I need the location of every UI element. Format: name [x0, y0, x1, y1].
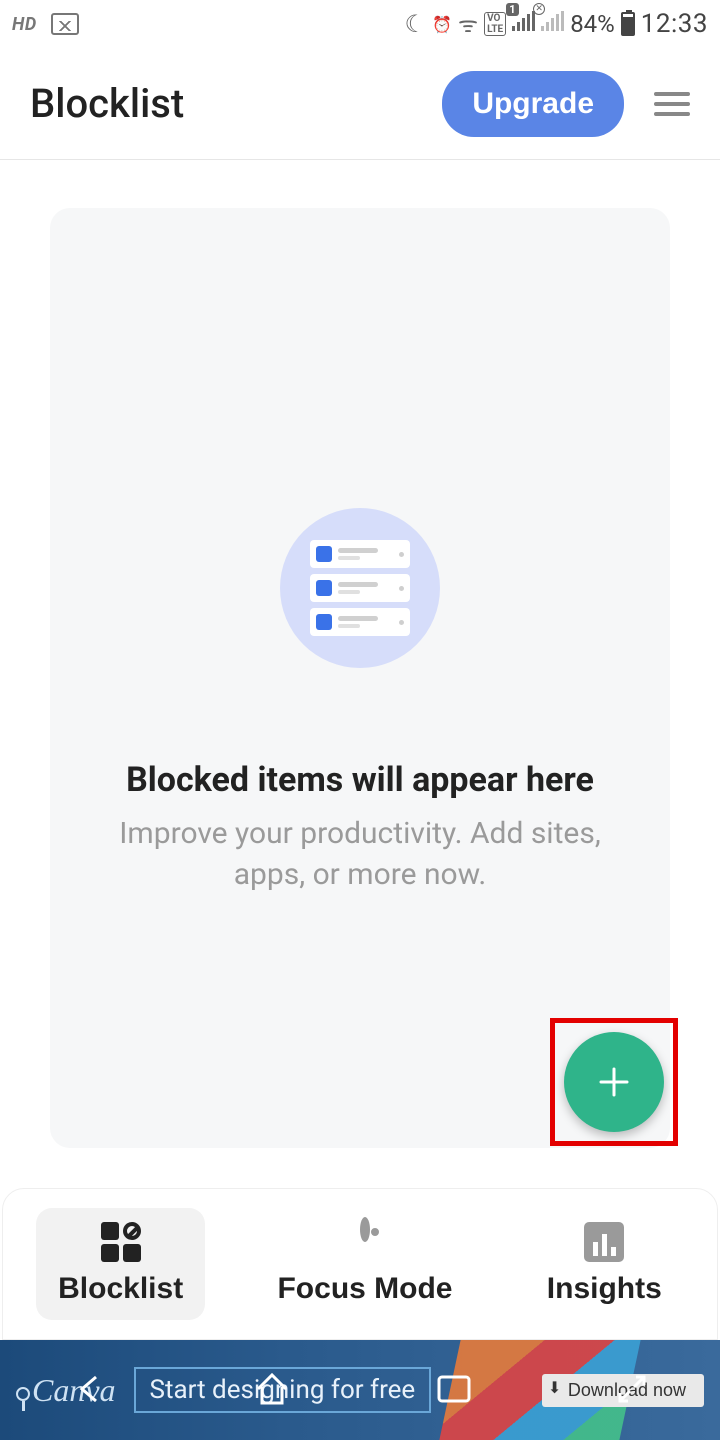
plus-icon — [597, 1065, 631, 1099]
expand-icon — [616, 1373, 648, 1405]
home-icon — [252, 1369, 292, 1409]
signal-sim2: ✕ — [541, 11, 564, 37]
empty-state-title: Blocked items will appear here — [126, 760, 594, 800]
ad-banner[interactable]: Canva Start designing for free Download … — [0, 1340, 720, 1440]
status-right: ☾ ⏰ ᯤ VOLTE 1 ✕ 84% 12:33 — [405, 9, 708, 39]
system-home-button[interactable] — [252, 1369, 292, 1412]
dnd-moon-icon: ☾ — [405, 10, 427, 38]
signal-sim1: 1 — [512, 11, 535, 37]
target-icon — [345, 1222, 385, 1262]
bottom-nav: Blocklist Focus Mode Insights — [2, 1188, 718, 1340]
pin-icon — [16, 1387, 30, 1401]
status-left: HD — [12, 13, 79, 35]
nav-label: Blocklist — [58, 1272, 183, 1306]
nav-label: Focus Mode — [277, 1272, 452, 1306]
empty-state-subtitle: Improve your productivity. Add sites, ap… — [50, 814, 670, 895]
hamburger-bar — [654, 92, 690, 96]
hd-indicator: HD — [12, 14, 37, 35]
bar-chart-icon — [584, 1222, 624, 1262]
app-header: Blocklist Upgrade — [0, 48, 720, 160]
volte-icon: VOLTE — [484, 12, 506, 36]
fab-highlight-box — [550, 1018, 678, 1146]
add-fab-button[interactable] — [564, 1032, 664, 1132]
empty-state-card: Blocked items will appear here Improve y… — [50, 208, 670, 1148]
menu-button[interactable] — [648, 86, 696, 122]
upgrade-button[interactable]: Upgrade — [442, 71, 624, 137]
nav-blocklist[interactable]: Blocklist — [36, 1208, 205, 1320]
wifi-icon: ᯤ — [458, 9, 478, 39]
page-title: Blocklist — [30, 80, 442, 127]
system-recents-button[interactable] — [436, 1374, 472, 1407]
main-content: Blocked items will appear here Improve y… — [0, 160, 720, 1148]
nav-label: Insights — [547, 1272, 662, 1306]
battery-percent: 84% — [570, 10, 615, 38]
sim-badge: 1 — [506, 3, 518, 16]
hamburger-bar — [654, 112, 690, 116]
back-icon — [72, 1371, 108, 1407]
system-expand-button[interactable] — [616, 1373, 648, 1408]
status-bar: HD ☾ ⏰ ᯤ VOLTE 1 ✕ 84% 12:33 — [0, 0, 720, 48]
recents-icon — [436, 1374, 472, 1404]
system-back-button[interactable] — [72, 1371, 108, 1410]
gallery-icon — [51, 13, 79, 35]
battery-icon — [621, 12, 635, 36]
nav-focus-mode[interactable]: Focus Mode — [255, 1208, 474, 1320]
alarm-icon: ⏰ — [432, 15, 452, 34]
blocklist-icon — [101, 1222, 141, 1262]
empty-state-illustration — [280, 508, 440, 668]
nav-insights[interactable]: Insights — [525, 1208, 684, 1320]
list-illustration-icon — [310, 540, 410, 636]
clock: 12:33 — [641, 9, 708, 39]
hamburger-bar — [654, 102, 690, 106]
